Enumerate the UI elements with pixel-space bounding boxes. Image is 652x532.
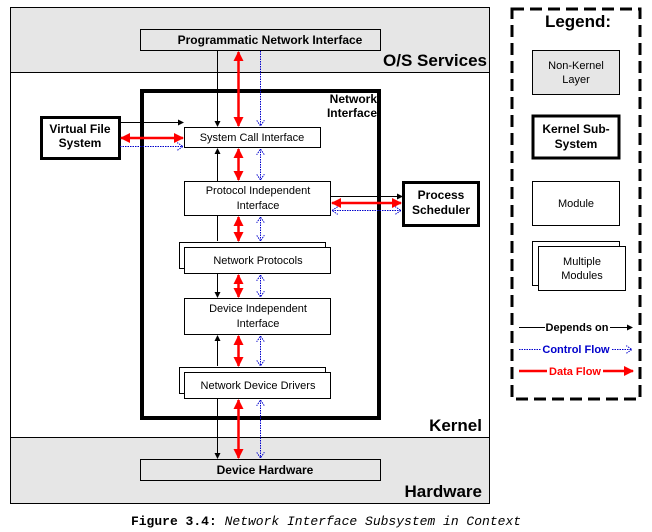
network-interface-title-line1: Network <box>330 92 378 106</box>
system-call-interface-label: System Call Interface <box>200 132 305 144</box>
network-interface-diagram: O/S Services Kernel Hardware Programmati… <box>10 7 642 504</box>
legend-title: Legend: <box>545 12 611 31</box>
figure-title: Network Interface Subsystem in Context <box>224 514 522 529</box>
process-scheduler-line1: Process <box>418 188 465 202</box>
legend-non-kernel-line1: Non-Kernel <box>548 60 604 72</box>
virtual-file-system-line1: Virtual File <box>49 122 110 136</box>
legend-data-flow-label: Data Flow <box>549 366 601 378</box>
network-interface-title-line2: Interface <box>327 106 377 120</box>
legend-module-label: Module <box>558 198 594 210</box>
network-protocols-label: Network Protocols <box>213 255 303 267</box>
legend-non-kernel-swatch <box>532 50 620 95</box>
legend-multiple-modules-swatch <box>538 246 626 291</box>
process-scheduler-line2: Scheduler <box>412 203 470 217</box>
protocol-independent-interface-line2: Interface <box>237 200 280 212</box>
protocol-independent-interface-line1: Protocol Independent <box>206 185 311 197</box>
legend-control-flow-label: Control Flow <box>542 344 610 356</box>
hardware-label: Hardware <box>405 482 482 501</box>
virtual-file-system-line2: System <box>59 136 102 150</box>
kernel-label: Kernel <box>429 416 482 435</box>
legend-kernel-subsystem-line1: Kernel Sub- <box>542 122 609 136</box>
legend-depends-on-label: Depends on <box>546 322 609 334</box>
legend-multiple-modules-line1: Multiple <box>563 256 601 268</box>
network-device-drivers-label: Network Device Drivers <box>201 380 316 392</box>
legend-non-kernel-line2: Layer <box>562 74 590 86</box>
figure-number: Figure 3.4: <box>130 514 217 529</box>
device-hardware-label: Device Hardware <box>217 463 314 477</box>
legend: Legend: Non-Kernel Layer Kernel Sub- Sys… <box>510 7 642 401</box>
device-independent-interface-line1: Device Independent <box>209 303 307 315</box>
programmatic-network-interface-label: Programmatic Network Interface <box>178 33 363 47</box>
os-services-label: O/S Services <box>383 51 487 70</box>
figure-caption: Figure 3.4: Network Interface Subsystem … <box>0 514 652 529</box>
legend-kernel-subsystem-line2: System <box>555 137 598 151</box>
device-independent-interface-line2: Interface <box>237 318 280 330</box>
legend-multiple-modules-line2: Modules <box>561 270 603 282</box>
